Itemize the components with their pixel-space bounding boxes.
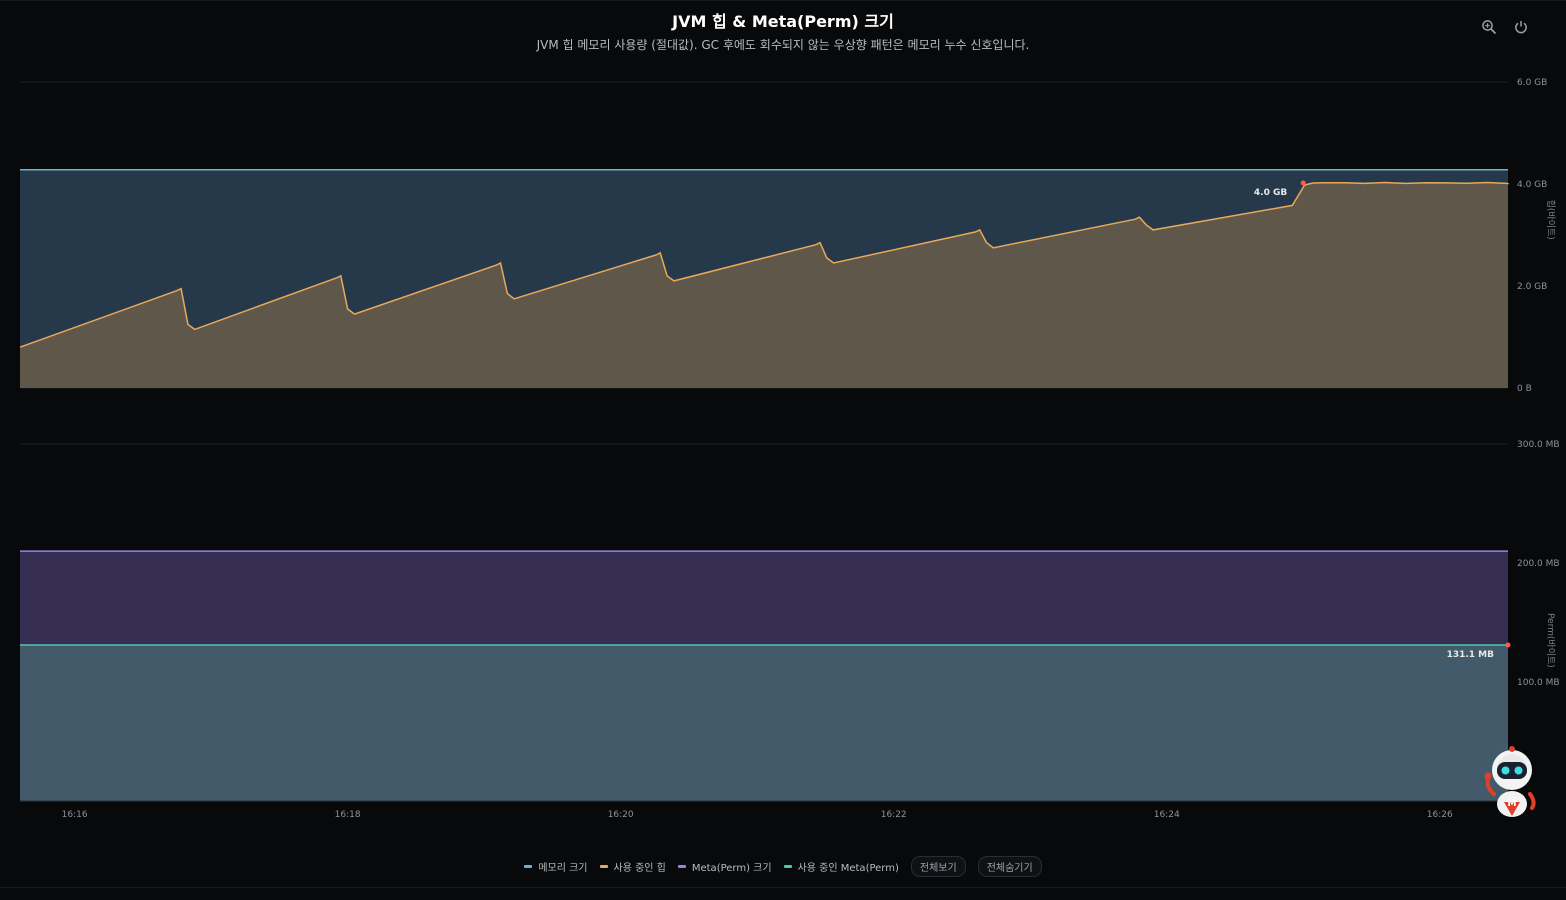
x-tick-label: 16:22 [881, 810, 907, 820]
legend-swatch [599, 865, 608, 868]
heap-max-marker [1300, 180, 1306, 186]
show-all-button[interactable]: 전체보기 [910, 856, 966, 877]
heap-y-tick-label: 2.0 GB [1517, 282, 1547, 292]
legend-swatch [677, 865, 686, 868]
legend-swatch [783, 865, 792, 868]
heap-y-tick-label: 6.0 GB [1517, 78, 1547, 88]
meta-y-tick-label: 300.0 MB [1517, 440, 1560, 450]
heap-y-tick-label: 4.0 GB [1517, 180, 1547, 190]
x-tick-label: 16:20 [608, 810, 634, 820]
heap-max-label: 4.0 GB [1254, 188, 1287, 198]
x-tick-label: 16:16 [62, 810, 88, 820]
meta-used-area [20, 644, 1508, 801]
legend: 메모리 크기 사용 중인 힙 Meta(Perm) 크기 사용 중인 Meta(… [0, 856, 1566, 877]
legend-item-meta-used[interactable]: 사용 중인 Meta(Perm) [783, 859, 899, 874]
svg-text:M: M [1508, 799, 1517, 809]
legend-item-heap-size[interactable]: 메모리 크기 [524, 859, 588, 874]
heap-y-axis-label: 힙(바이트) [1545, 200, 1556, 240]
x-tick-label: 16:24 [1154, 810, 1180, 820]
meta-y-tick-label: 200.0 MB [1517, 559, 1560, 569]
meta-y-axis-label: Perm(바이트) [1545, 613, 1556, 668]
legend-label: 사용 중인 Meta(Perm) [797, 863, 899, 874]
hide-all-button[interactable]: 전체숨기기 [977, 856, 1042, 877]
x-tick-label: 16:18 [335, 810, 361, 820]
legend-label: 메모리 크기 [538, 863, 588, 874]
legend-item-heap-used[interactable]: 사용 중인 힙 [599, 859, 666, 874]
chart-canvas: 0 B 2.0 GB 4.0 GB 6.0 GB 4.0 GB 힙(바이트) 100.0 M… [19, 78, 1560, 820]
legend-label: Meta(Perm) 크기 [691, 863, 772, 874]
x-tick-label: 16:26 [1427, 810, 1453, 820]
heap-y-tick-label: 0 B [1517, 384, 1532, 394]
meta-max-label: 131.1 MB [1447, 650, 1495, 660]
meta-y-tick-label: 100.0 MB [1517, 678, 1560, 688]
legend-item-meta-size[interactable]: Meta(Perm) 크기 [677, 859, 772, 874]
meta-max-marker [1505, 642, 1511, 648]
legend-swatch [524, 865, 533, 868]
legend-label: 사용 중인 힙 [613, 863, 666, 874]
robot-mascot-icon[interactable]: M [1482, 744, 1538, 818]
